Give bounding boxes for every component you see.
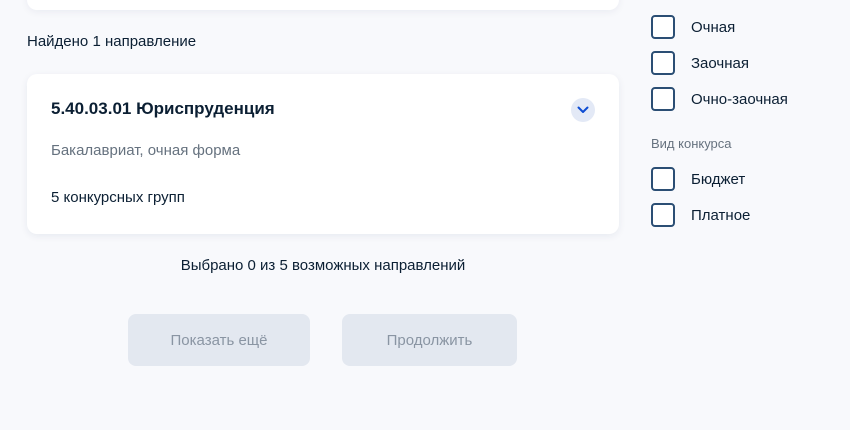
direction-title: 5.40.03.01 Юриспруденция bbox=[51, 99, 275, 118]
checkbox-correspondence[interactable] bbox=[651, 51, 675, 75]
filter-paid[interactable]: Платное bbox=[651, 203, 750, 227]
selected-count: Выбрано 0 из 5 возможных направлений bbox=[180, 257, 466, 274]
direction-groups: 5 конкурсных групп bbox=[51, 189, 185, 206]
direction-card[interactable]: 5.40.03.01 Юриспруденция Бакалавриат, оч… bbox=[27, 74, 619, 234]
expand-button[interactable] bbox=[571, 98, 595, 122]
filter-paid-label: Платное bbox=[691, 206, 751, 224]
filter-full-time-label: Очная bbox=[691, 18, 736, 36]
filter-budget[interactable]: Бюджет bbox=[651, 167, 745, 191]
filter-part-time[interactable]: Очно-заочная bbox=[651, 87, 788, 111]
filter-correspondence-label: Заочная bbox=[691, 54, 749, 72]
continue-button[interactable]: Продолжить bbox=[342, 314, 517, 366]
filter-full-time[interactable]: Очная bbox=[651, 15, 735, 39]
chevron-down-icon bbox=[577, 106, 589, 113]
checkbox-budget[interactable] bbox=[651, 167, 675, 191]
direction-subtitle: Бакалавриат, очная форма bbox=[51, 142, 241, 159]
found-count: Найдено 1 направление bbox=[27, 33, 197, 50]
filter-correspondence[interactable]: Заочная bbox=[651, 51, 749, 75]
checkbox-paid[interactable] bbox=[651, 203, 675, 227]
competition-type-heading: Вид конкурса bbox=[651, 136, 732, 151]
checkbox-full-time[interactable] bbox=[651, 15, 675, 39]
filter-part-time-label: Очно-заочная bbox=[691, 90, 788, 108]
show-more-button[interactable]: Показать ещё bbox=[128, 314, 310, 366]
checkbox-part-time[interactable] bbox=[651, 87, 675, 111]
previous-card bbox=[27, 0, 619, 10]
filter-budget-label: Бюджет bbox=[691, 170, 746, 188]
